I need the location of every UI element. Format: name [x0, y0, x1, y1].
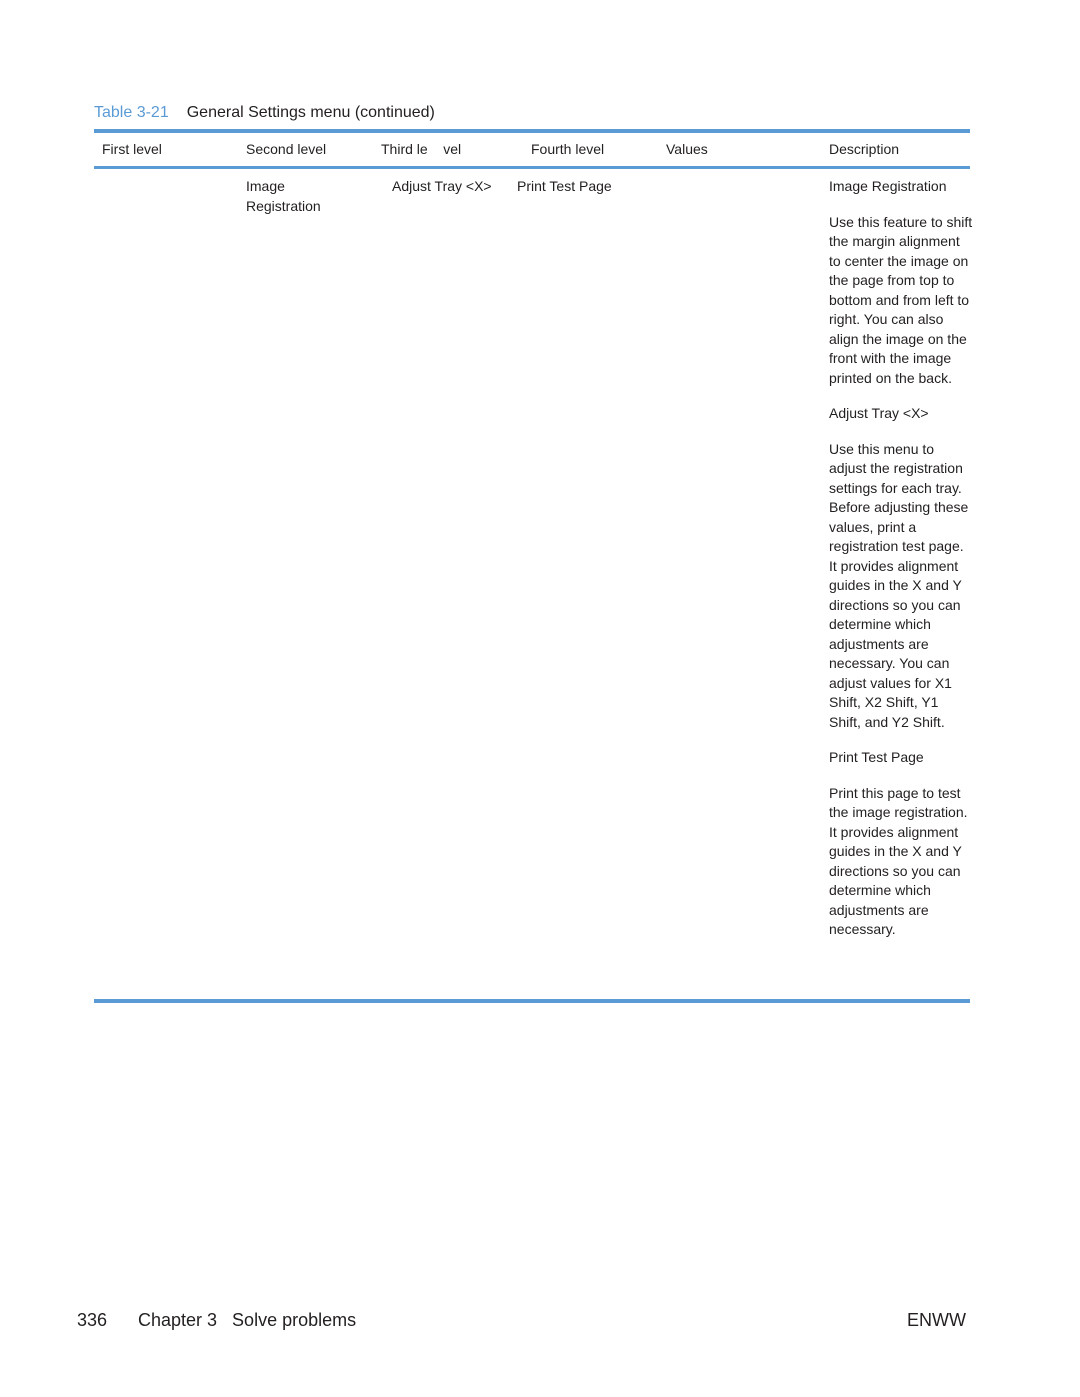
description-text-print-test-page: Print this page to test the image regist…: [829, 784, 968, 938]
header-first-level: First level: [102, 141, 162, 157]
table-number: Table 3-21: [94, 104, 169, 121]
header-description: Description: [829, 141, 900, 157]
header-second-level: Second level: [246, 141, 327, 157]
table-title: General Settings menu (continued): [186, 104, 435, 121]
footer-label: ENWW: [907, 1310, 966, 1330]
description-heading-image-registration: Image Registration: [829, 178, 947, 194]
cell-third-level: Adjust Tray <X>: [392, 178, 492, 194]
description-heading-adjust-tray: Adjust Tray <X>: [829, 405, 929, 421]
cell-description: Image Registration Use this feature to s…: [829, 177, 974, 956]
description-heading-print-test-page: Print Test Page: [829, 749, 924, 765]
page-number: 336: [77, 1310, 108, 1330]
cell-second-level: Image Registration: [246, 178, 321, 214]
header-third-level: Third le vel: [381, 141, 462, 157]
table-bottom-rule: [94, 999, 970, 1003]
cell-fourth-level: Print Test Page: [517, 178, 612, 194]
table-top-rule: [94, 129, 970, 133]
table-caption: Table 3-21 General Settings menu (continu…: [94, 104, 435, 122]
header-bottom-rule: [94, 166, 970, 169]
chapter-title: Chapter 3 Solve problems: [138, 1310, 357, 1330]
header-fourth-level: Fourth level: [531, 141, 605, 157]
description-text-adjust-tray: Use this menu to adjust the registration…: [829, 440, 969, 730]
header-values: Values: [666, 141, 708, 157]
description-text-image-registration: Use this feature to shift the margin ali…: [829, 213, 973, 386]
